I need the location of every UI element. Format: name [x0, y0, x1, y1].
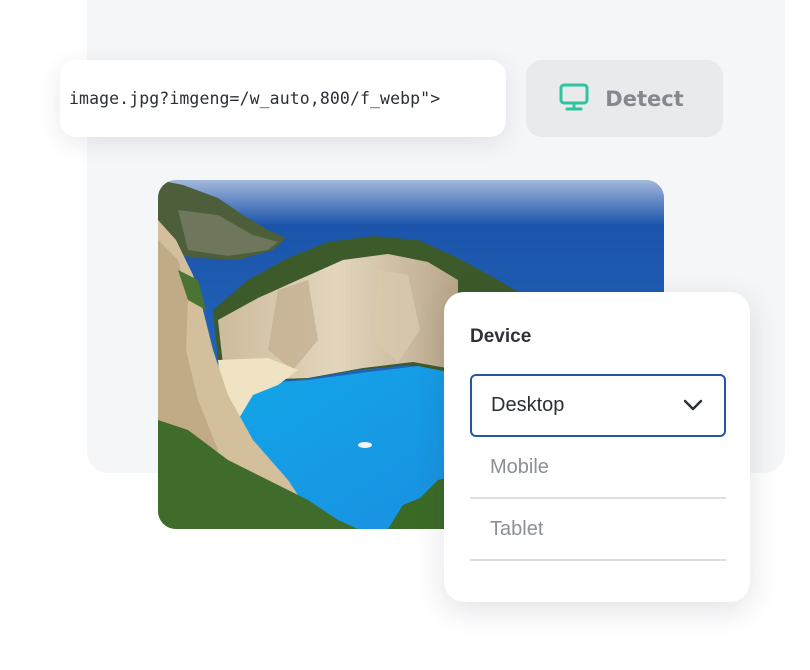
device-title: Device: [470, 326, 532, 347]
device-select-value: Desktop: [491, 394, 565, 416]
chevron-down-icon: [683, 396, 703, 415]
device-select[interactable]: Desktop: [470, 374, 726, 437]
detect-button-label: Detect: [605, 86, 684, 111]
device-option-mobile[interactable]: Mobile: [470, 437, 726, 499]
device-option-tablet[interactable]: Tablet: [470, 499, 726, 561]
url-input[interactable]: image.jpg?imgeng=/w_auto,800/f_webp">: [60, 60, 506, 137]
monitor-icon: [559, 83, 589, 115]
device-dropdown-card: Device Desktop Mobile Tablet: [444, 292, 750, 602]
detect-button[interactable]: Detect: [526, 60, 723, 137]
url-input-text: image.jpg?imgeng=/w_auto,800/f_webp">: [69, 89, 441, 108]
